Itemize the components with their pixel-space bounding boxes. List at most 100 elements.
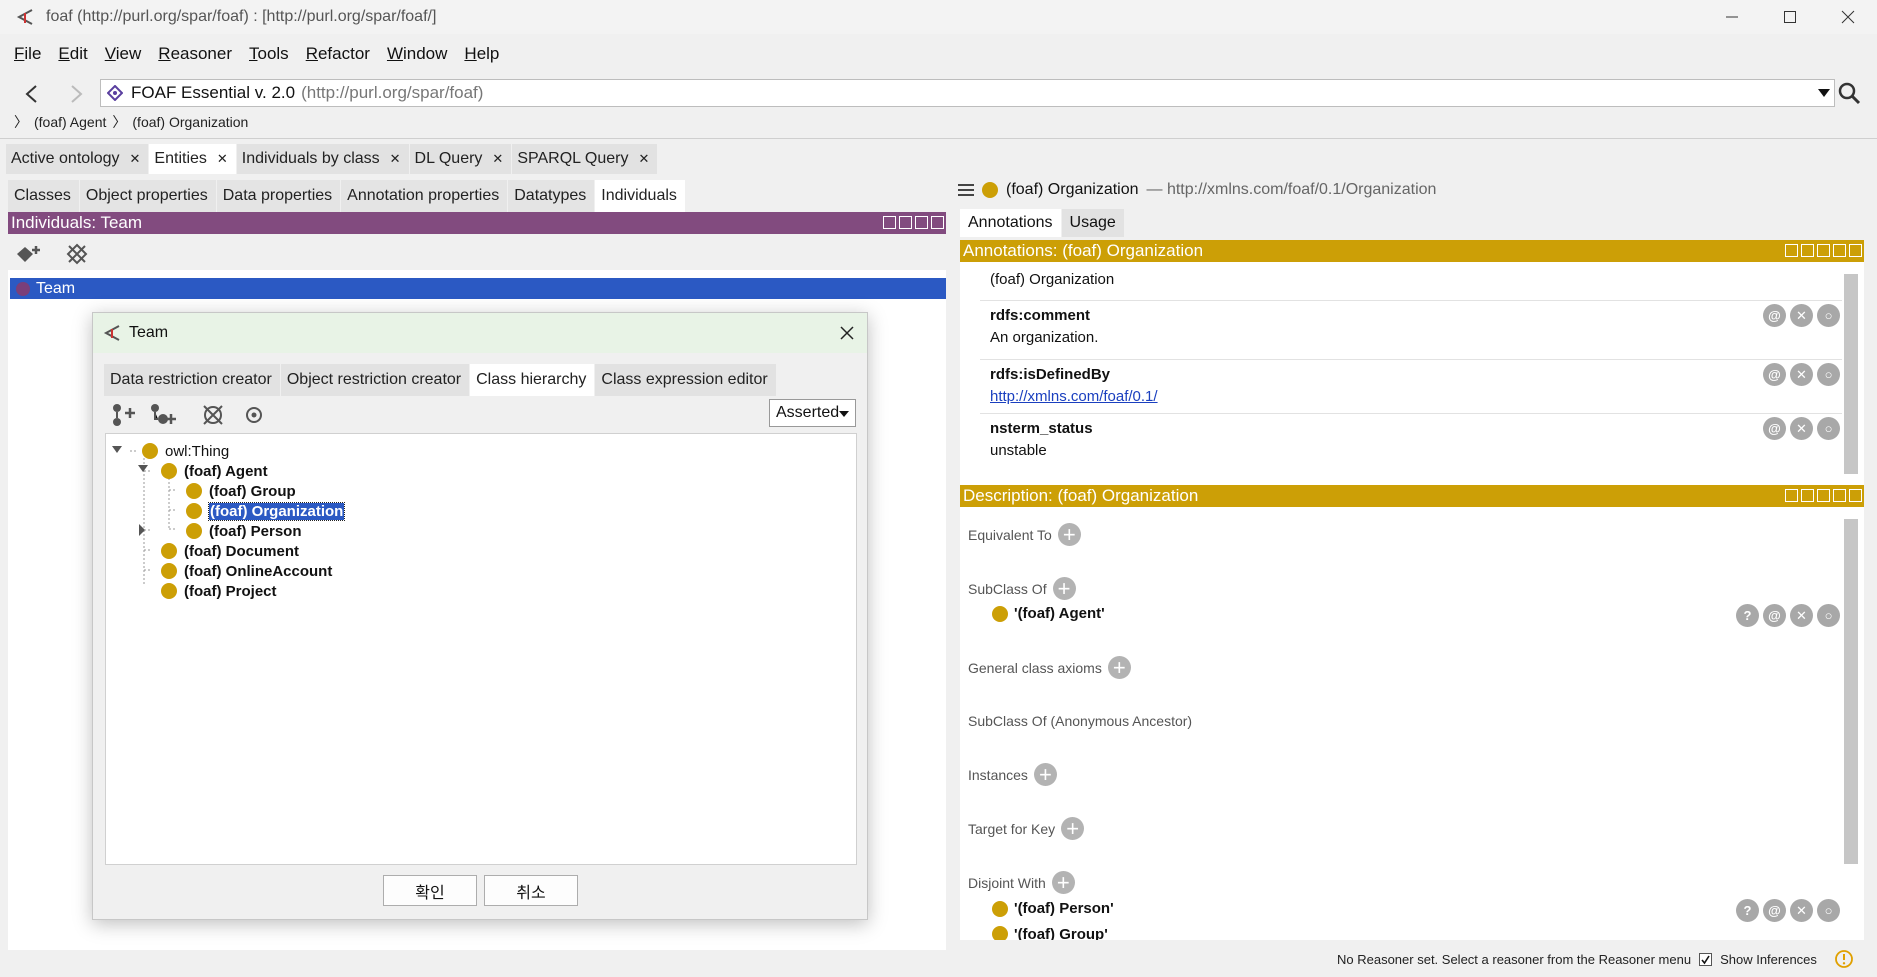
tree-node-organization[interactable]: (foaf) Organization	[186, 501, 346, 521]
subclass-of-item[interactable]: '(foaf) Agent'	[992, 605, 1105, 622]
tab-annotations[interactable]: Annotations	[960, 209, 1062, 237]
menu-refactor[interactable]: Refactor	[306, 44, 370, 64]
hamburger-menu-icon[interactable]	[958, 183, 974, 197]
tab-usage[interactable]: Usage	[1061, 209, 1125, 237]
annotate-button[interactable]: @	[1763, 363, 1786, 386]
delete-button[interactable]: ✕	[1790, 417, 1813, 440]
checkbox-checked-icon[interactable]	[1699, 952, 1713, 966]
maximize-panel-icon[interactable]	[915, 216, 928, 229]
tab-class-hierarchy[interactable]: Class hierarchy	[470, 364, 596, 396]
maximize-button[interactable]	[1761, 0, 1819, 34]
menu-edit[interactable]: Edit	[58, 44, 87, 64]
close-panel-icon[interactable]	[1849, 244, 1862, 257]
expanded-arrow-icon[interactable]	[112, 446, 122, 453]
edit-button[interactable]: ○	[1817, 899, 1840, 922]
tab-data-properties[interactable]: Data properties	[216, 180, 342, 212]
add-subclass-icon[interactable]	[111, 403, 137, 427]
tab-class-expression-editor[interactable]: Class expression editor	[595, 364, 777, 396]
minimize-panel-icon[interactable]	[1817, 244, 1830, 257]
tab-sparql-query[interactable]: SPARQL Query ✕	[512, 144, 659, 174]
split-icon[interactable]	[1801, 489, 1814, 502]
explain-button[interactable]: ?	[1736, 604, 1759, 627]
close-panel-icon[interactable]	[931, 216, 944, 229]
menu-file[interactable]: File	[14, 44, 41, 64]
annotate-button[interactable]: @	[1763, 604, 1786, 627]
tab-individuals-by-class[interactable]: Individuals by class ✕	[236, 144, 410, 174]
explain-button[interactable]: ?	[1736, 899, 1759, 922]
target-icon[interactable]	[243, 403, 265, 427]
description-scrollbar[interactable]	[1844, 519, 1858, 864]
delete-individual-icon[interactable]	[66, 243, 88, 265]
tab-active-ontology[interactable]: Active ontology ✕	[6, 144, 150, 174]
close-tab-icon[interactable]: ✕	[130, 151, 141, 167]
close-tab-icon[interactable]: ✕	[390, 151, 401, 167]
delete-button[interactable]: ✕	[1790, 363, 1813, 386]
tree-node-project[interactable]: (foaf) Project	[161, 581, 277, 601]
close-tab-icon[interactable]: ✕	[217, 151, 228, 167]
menu-tools[interactable]: Tools	[249, 44, 289, 64]
tab-object-properties[interactable]: Object properties	[79, 180, 217, 212]
cancel-button[interactable]: 취소	[484, 875, 578, 906]
tree-node-owl-thing[interactable]: owl:Thing	[142, 441, 229, 461]
tab-individuals[interactable]: Individuals	[595, 180, 686, 212]
tab-classes[interactable]: Classes	[8, 180, 80, 212]
annotate-button[interactable]: @	[1763, 304, 1786, 327]
tree-node-document[interactable]: (foaf) Document	[161, 541, 299, 561]
help-icon[interactable]	[1785, 489, 1798, 502]
close-panel-icon[interactable]	[1849, 489, 1862, 502]
add-instance-button[interactable]: +	[1033, 763, 1057, 786]
tab-data-restriction-creator[interactable]: Data restriction creator	[104, 364, 281, 396]
disjoint-with-item[interactable]: '(foaf) Group'	[992, 926, 1108, 940]
tree-node-person[interactable]: (foaf) Person	[186, 521, 302, 541]
tab-entities[interactable]: Entities ✕	[149, 144, 237, 174]
menu-reasoner[interactable]: Reasoner	[158, 44, 232, 64]
delete-button[interactable]: ✕	[1790, 304, 1813, 327]
maximize-panel-icon[interactable]	[1833, 244, 1846, 257]
menu-view[interactable]: View	[105, 44, 142, 64]
close-window-button[interactable]	[1819, 0, 1877, 34]
delete-button[interactable]: ✕	[1790, 899, 1813, 922]
add-disjoint-button[interactable]: +	[1051, 871, 1075, 894]
tab-dl-query[interactable]: DL Query ✕	[409, 144, 513, 174]
hierarchy-mode-select[interactable]: Asserted	[769, 399, 856, 427]
tree-node-online-account[interactable]: (foaf) OnlineAccount	[161, 561, 332, 581]
delete-button[interactable]: ✕	[1790, 604, 1813, 627]
delete-class-icon[interactable]	[201, 403, 225, 427]
menu-help[interactable]: Help	[464, 44, 499, 64]
dropdown-arrow-icon[interactable]	[1818, 89, 1830, 97]
add-superclass-button[interactable]: +	[1052, 577, 1076, 600]
tree-node-group[interactable]: (foaf) Group	[186, 481, 296, 501]
ok-button[interactable]: 확인	[383, 875, 477, 906]
back-button[interactable]	[24, 84, 40, 104]
close-tab-icon[interactable]: ✕	[492, 151, 503, 167]
annotate-button[interactable]: @	[1763, 417, 1786, 440]
maximize-panel-icon[interactable]	[1833, 489, 1846, 502]
forward-button[interactable]	[68, 84, 84, 104]
tab-datatypes[interactable]: Datatypes	[508, 180, 596, 212]
search-button[interactable]	[1837, 81, 1861, 105]
add-equivalent-button[interactable]: +	[1057, 523, 1081, 546]
breadcrumb-item-agent[interactable]: (foaf) Agent	[34, 114, 106, 130]
edit-button[interactable]: ○	[1817, 304, 1840, 327]
tab-object-restriction-creator[interactable]: Object restriction creator	[280, 364, 471, 396]
tree-node-agent[interactable]: (foaf) Agent	[161, 461, 268, 481]
menu-window[interactable]: Window	[387, 44, 447, 64]
ontology-address-bar[interactable]: FOAF Essential v. 2.0 (http://purl.org/s…	[100, 79, 1835, 107]
breadcrumb-item-organization[interactable]: (foaf) Organization	[132, 114, 248, 130]
edit-button[interactable]: ○	[1817, 363, 1840, 386]
minimize-panel-icon[interactable]	[899, 216, 912, 229]
split-icon[interactable]	[883, 216, 896, 229]
help-icon[interactable]	[1785, 244, 1798, 257]
annotate-button[interactable]: @	[1763, 899, 1786, 922]
close-tab-icon[interactable]: ✕	[638, 151, 649, 167]
edit-button[interactable]: ○	[1817, 417, 1840, 440]
add-sibling-class-icon[interactable]	[149, 403, 177, 427]
disjoint-with-item[interactable]: '(foaf) Person'	[992, 900, 1114, 917]
warning-icon[interactable]	[1835, 950, 1853, 968]
add-key-button[interactable]: +	[1061, 817, 1085, 840]
minimize-button[interactable]	[1703, 0, 1761, 34]
dialog-close-button[interactable]	[839, 325, 855, 341]
split-icon[interactable]	[1801, 244, 1814, 257]
edit-button[interactable]: ○	[1817, 604, 1840, 627]
minimize-panel-icon[interactable]	[1817, 489, 1830, 502]
